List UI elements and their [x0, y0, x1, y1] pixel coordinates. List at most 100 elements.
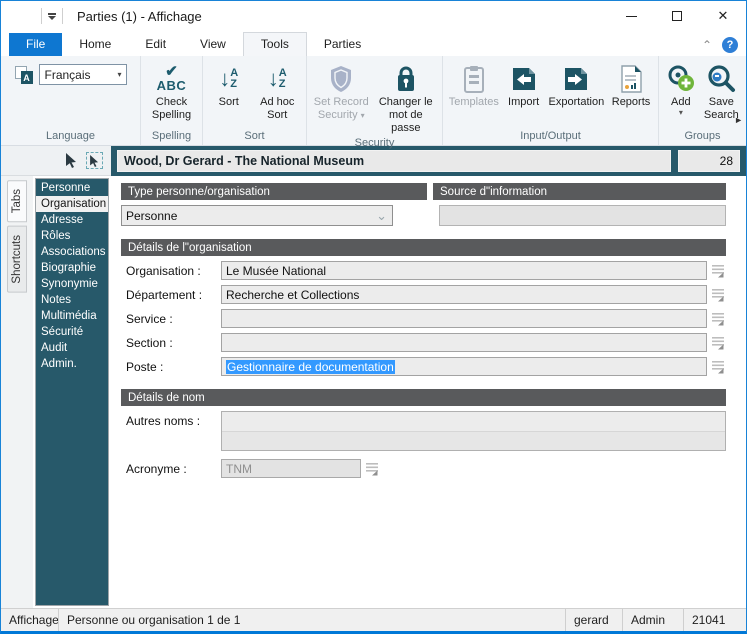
- service-field[interactable]: [221, 309, 707, 328]
- chevron-down-icon: ▾: [361, 111, 365, 120]
- import-icon: [510, 62, 538, 96]
- tab-file[interactable]: File: [9, 33, 62, 56]
- ribbon-group-security: Set Record Security ▾ Changer le mot de …: [307, 56, 443, 145]
- maximize-button[interactable]: [654, 1, 700, 31]
- adhoc-sort-button[interactable]: ↓ AZ Ad hoc Sort: [253, 60, 302, 122]
- tab-shortcuts[interactable]: Shortcuts: [7, 226, 27, 293]
- quick-access-dropdown-icon[interactable]: [48, 13, 56, 20]
- add-group-button[interactable]: Add ▾: [663, 60, 699, 117]
- export-button[interactable]: Exportation: [547, 60, 606, 109]
- field-options-icon[interactable]: [710, 312, 726, 326]
- help-icon[interactable]: ?: [722, 37, 738, 53]
- sidebar-item-admin[interactable]: Admin.: [36, 356, 108, 372]
- field-row-section: Section :: [121, 333, 726, 352]
- main-area: Tabs Shortcuts Personne Organisation Adr…: [1, 176, 746, 608]
- import-button[interactable]: Import: [503, 60, 545, 109]
- minimize-button[interactable]: [608, 1, 654, 31]
- check-spelling-button[interactable]: ✔ ABC Check Spelling: [145, 60, 198, 122]
- sort-button[interactable]: ↓ AZ Sort: [207, 60, 251, 109]
- sidebar-item-notes[interactable]: Notes: [36, 292, 108, 308]
- record-number: 28: [678, 150, 740, 172]
- tab-tabs[interactable]: Tabs: [7, 180, 27, 222]
- sidebar-item-organisation[interactable]: Organisation: [36, 196, 108, 212]
- field-options-icon[interactable]: [710, 360, 726, 374]
- acronyme-field[interactable]: TNM: [221, 459, 361, 478]
- group-label-security: Security: [311, 135, 438, 152]
- tab-tools[interactable]: Tools: [243, 32, 307, 56]
- lock-icon: [394, 62, 418, 96]
- chevron-down-icon: ▾: [117, 70, 125, 79]
- sidebar-item-audit[interactable]: Audit: [36, 340, 108, 356]
- field-row-departement: Département : Recherche et Collections: [121, 285, 726, 304]
- field-row-autres-noms: Autres noms :: [121, 411, 726, 451]
- language-select[interactable]: Français ▾: [39, 64, 127, 85]
- sidebar-item-adresse[interactable]: Adresse: [36, 212, 108, 228]
- field-options-icon[interactable]: [710, 264, 726, 278]
- side-rail: Tabs Shortcuts: [1, 176, 33, 608]
- maximize-icon: [672, 11, 682, 21]
- sidebar-item-securite[interactable]: Sécurité: [36, 324, 108, 340]
- tab-view[interactable]: View: [183, 33, 243, 56]
- ribbon-group-language: A Français ▾ Language: [1, 56, 141, 145]
- group-label-io: Input/Output: [447, 128, 654, 145]
- window-title: Parties (1) - Affichage: [77, 9, 608, 24]
- sidebar-item-multimedia[interactable]: Multimédia: [36, 308, 108, 324]
- autres-noms-field[interactable]: [221, 411, 726, 451]
- type-personne-dropdown[interactable]: Personne ⌄: [121, 205, 393, 226]
- section-header-type: Type personne/organisation: [121, 183, 427, 200]
- add-icon: [666, 62, 696, 96]
- window-controls: ✕: [608, 1, 746, 31]
- field-options-icon[interactable]: [710, 336, 726, 350]
- sidebar-item-roles[interactable]: Rôles: [36, 228, 108, 244]
- reports-button[interactable]: Reports: [608, 60, 654, 109]
- field-label: Autres noms :: [121, 411, 221, 428]
- group-label-spelling: Spelling: [145, 128, 198, 145]
- sidebar-item-personne[interactable]: Personne: [36, 180, 108, 196]
- minimize-icon: [626, 16, 637, 17]
- templates-button: Templates: [447, 60, 501, 109]
- poste-field[interactable]: Gestionnaire de documentation: [221, 357, 707, 376]
- close-button[interactable]: ✕: [700, 1, 746, 31]
- save-search-icon: [706, 62, 736, 96]
- marquee-select-icon[interactable]: [86, 152, 103, 169]
- ribbon-group-spelling: ✔ ABC Check Spelling Spelling: [141, 56, 203, 145]
- field-label: Section :: [121, 336, 221, 350]
- group-label-sort: Sort: [207, 128, 302, 145]
- field-options-icon[interactable]: [364, 462, 380, 476]
- status-record-info: Personne ou organisation 1 de 1: [59, 609, 565, 631]
- source-information-field[interactable]: [439, 205, 726, 226]
- export-icon: [562, 62, 590, 96]
- clipboard-icon: [463, 62, 485, 96]
- departement-field[interactable]: Recherche et Collections: [221, 285, 707, 304]
- change-password-button[interactable]: Changer le mot de passe: [374, 60, 438, 135]
- cursor-arrow-icon[interactable]: [65, 153, 78, 168]
- status-code: 21041: [684, 609, 746, 631]
- collapse-ribbon-icon[interactable]: ⌃: [702, 40, 712, 50]
- check-spelling-icon: ✔ ABC: [157, 62, 187, 96]
- tabs-sidebar: Personne Organisation Adresse Rôles Asso…: [35, 178, 109, 606]
- tab-parties[interactable]: Parties: [307, 33, 378, 56]
- set-record-security-button: Set Record Security ▾: [311, 60, 372, 122]
- field-row-poste: Poste : Gestionnaire de documentation: [121, 357, 726, 376]
- group-label-groups: Groups: [663, 128, 742, 145]
- chevron-down-icon: ▾: [679, 109, 683, 117]
- quick-access-toolbar: [35, 8, 69, 24]
- form-content: Type personne/organisation Source d"info…: [109, 176, 746, 608]
- ribbon-expand-icon[interactable]: ►: [732, 113, 745, 127]
- field-options-icon[interactable]: [710, 288, 726, 302]
- chevron-down-icon: ⌄: [376, 211, 392, 221]
- sidebar-item-biographie[interactable]: Biographie: [36, 260, 108, 276]
- field-row-organisation: Organisation : Le Musée National: [121, 261, 726, 280]
- organisation-field[interactable]: Le Musée National: [221, 261, 707, 280]
- ribbon-group-sort: ↓ AZ Sort ↓ AZ Ad hoc Sort Sort: [203, 56, 307, 145]
- tab-home[interactable]: Home: [62, 33, 128, 56]
- divider: [62, 8, 63, 24]
- shield-icon: [329, 62, 353, 96]
- sidebar-item-synonymie[interactable]: Synonymie: [36, 276, 108, 292]
- section-field[interactable]: [221, 333, 707, 352]
- tab-edit[interactable]: Edit: [128, 33, 183, 56]
- type-personne-value: Personne: [126, 209, 177, 223]
- ribbon-tab-row: File Home Edit View Tools Parties ⌃ ?: [1, 31, 746, 56]
- title-bar: Parties (1) - Affichage ✕: [1, 1, 746, 31]
- sidebar-item-associations[interactable]: Associations: [36, 244, 108, 260]
